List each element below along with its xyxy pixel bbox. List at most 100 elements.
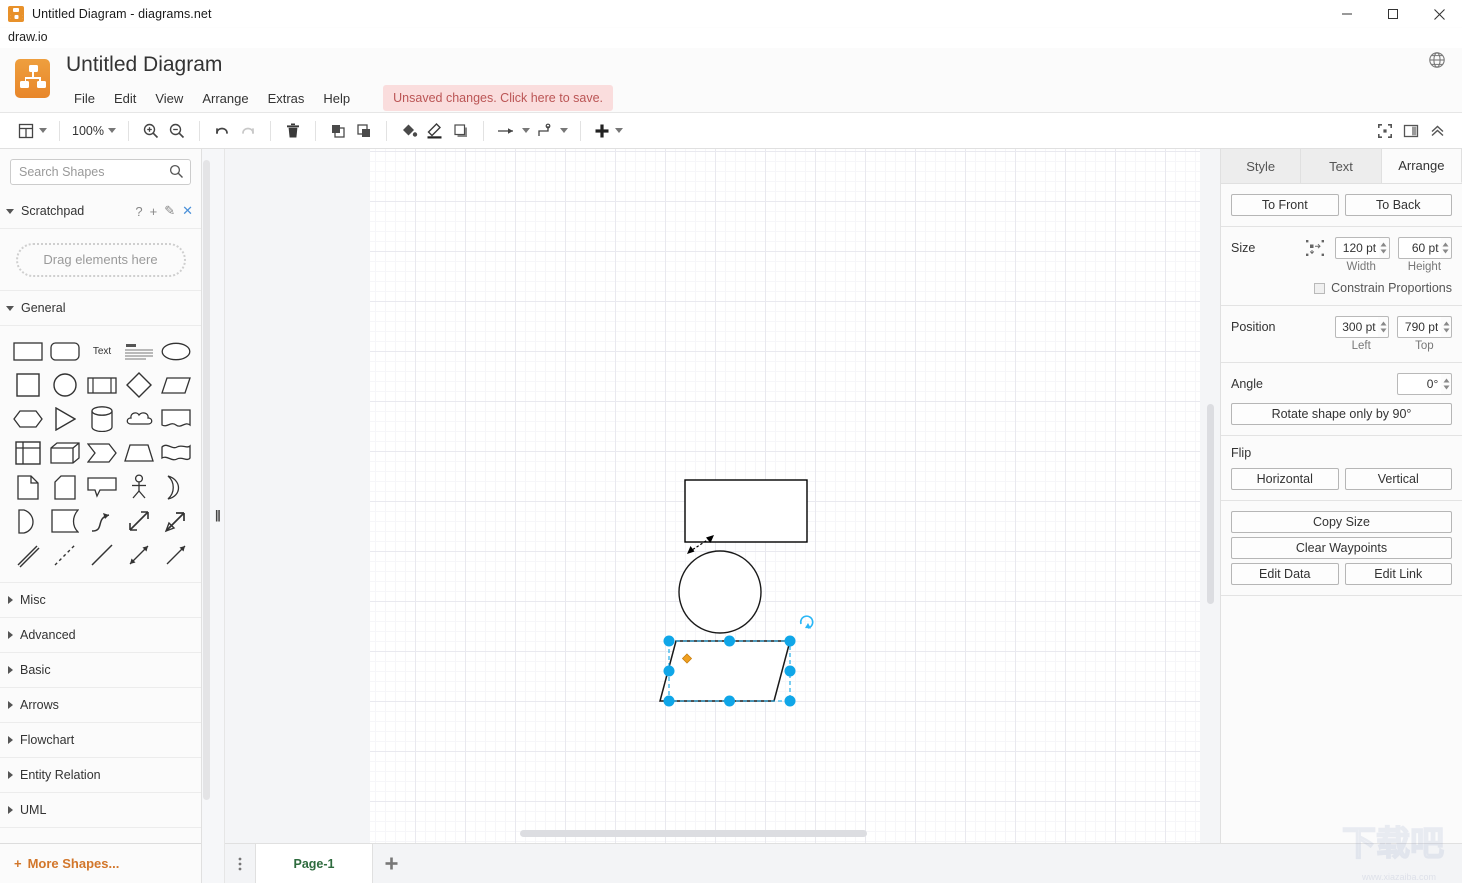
trash-icon[interactable]: [280, 117, 306, 145]
globe-icon[interactable]: [1428, 51, 1446, 69]
scratchpad-dropzone[interactable]: Drag elements here: [0, 229, 201, 291]
canvas-horizontal-scrollbar[interactable]: [520, 830, 867, 837]
page-tab-page-1[interactable]: Page-1: [255, 844, 373, 883]
shape-bidirectional-connector[interactable]: [121, 538, 157, 572]
redo-icon[interactable]: [235, 117, 261, 145]
width-spin-buttons[interactable]: [1378, 237, 1390, 259]
shape-textbox[interactable]: [121, 334, 157, 368]
width-stepper[interactable]: [1335, 237, 1390, 259]
shape-step[interactable]: [84, 436, 120, 470]
menu-help[interactable]: Help: [315, 87, 358, 110]
shape-or[interactable]: [158, 470, 194, 504]
rotate-handle-icon[interactable]: [799, 615, 814, 629]
sidebar-item-arrows[interactable]: Arrows: [0, 688, 201, 723]
shape-and[interactable]: [10, 504, 46, 538]
search-input[interactable]: [11, 160, 190, 184]
scratchpad-edit-icon[interactable]: ✎: [164, 203, 175, 219]
sidebar-item-basic[interactable]: Basic: [0, 653, 201, 688]
constrain-proportions-checkbox[interactable]: [1314, 282, 1326, 294]
menu-edit[interactable]: Edit: [106, 87, 144, 110]
add-page-button[interactable]: [373, 844, 409, 883]
shape-cloud[interactable]: [121, 402, 157, 436]
left-input[interactable]: [1334, 316, 1381, 338]
scratchpad-close-icon[interactable]: ✕: [182, 203, 193, 219]
left-spin-buttons[interactable]: [1378, 316, 1390, 338]
menu-arrange[interactable]: Arrange: [194, 87, 256, 110]
tab-text[interactable]: Text: [1301, 149, 1382, 183]
shape-text[interactable]: Text: [84, 334, 120, 368]
search-shapes-box[interactable]: [10, 159, 191, 185]
format-panel-icon[interactable]: [1398, 117, 1424, 145]
to-front-button[interactable]: To Front: [1231, 194, 1339, 216]
view-dropdown-button[interactable]: [14, 117, 50, 145]
scratchpad-help-icon[interactable]: ?: [135, 204, 142, 219]
fullscreen-icon[interactable]: [1372, 117, 1398, 145]
angle-input[interactable]: [1397, 373, 1444, 395]
scratchpad-add-icon[interactable]: +: [150, 204, 158, 219]
shape-cylinder[interactable]: [84, 402, 120, 436]
waypoints-icon[interactable]: [533, 117, 571, 145]
shape-cube[interactable]: [47, 436, 83, 470]
sidebar-item-misc[interactable]: Misc: [0, 583, 201, 618]
close-button[interactable]: [1416, 0, 1462, 28]
tab-arrange[interactable]: Arrange: [1381, 149, 1462, 183]
connection-arrow-icon[interactable]: [493, 117, 533, 145]
height-input[interactable]: [1397, 237, 1444, 259]
shape-dashed-line[interactable]: [47, 538, 83, 572]
clear-waypoints-button[interactable]: Clear Waypoints: [1231, 537, 1452, 559]
shape-arrow[interactable]: [158, 504, 194, 538]
shape-diamond[interactable]: [121, 368, 157, 402]
shape-card[interactable]: [47, 470, 83, 504]
page-menu-icon[interactable]: [225, 844, 255, 883]
more-shapes-button[interactable]: + More Shapes...: [0, 843, 201, 883]
shape-data-storage[interactable]: [47, 504, 83, 538]
sidebar-item-uml[interactable]: UML: [0, 793, 201, 828]
edit-link-button[interactable]: Edit Link: [1344, 563, 1452, 585]
shape-double-line[interactable]: [10, 538, 46, 572]
shape-rectangle[interactable]: [10, 334, 46, 368]
sidebar-scrollbar[interactable]: [203, 160, 210, 800]
sidebar-section-scratchpad[interactable]: Scratchpad ? + ✎ ✕: [0, 194, 201, 229]
shape-process[interactable]: [84, 368, 120, 402]
shape-document[interactable]: [158, 402, 194, 436]
width-input[interactable]: [1335, 237, 1382, 259]
menu-file[interactable]: File: [66, 87, 103, 110]
rectangle-shape[interactable]: [684, 479, 808, 543]
menu-extras[interactable]: Extras: [260, 87, 313, 110]
maximize-button[interactable]: [1370, 0, 1416, 28]
to-back-button[interactable]: To Back: [1344, 194, 1452, 216]
undo-icon[interactable]: [209, 117, 235, 145]
shape-hexagon[interactable]: [10, 402, 46, 436]
angle-spin-buttons[interactable]: [1441, 373, 1452, 395]
sidebar-item-flowchart[interactable]: Flowchart: [0, 723, 201, 758]
to-front-icon[interactable]: [325, 117, 351, 145]
shape-note[interactable]: [10, 470, 46, 504]
height-spin-buttons[interactable]: [1440, 237, 1452, 259]
shape-bidirectional-arrow[interactable]: [121, 504, 157, 538]
insert-plus-icon[interactable]: [590, 117, 626, 145]
parallelogram-shape[interactable]: [659, 640, 791, 702]
shape-internal-storage[interactable]: [10, 436, 46, 470]
left-stepper[interactable]: [1334, 316, 1390, 338]
circle-shape[interactable]: [678, 550, 762, 634]
auto-size-icon[interactable]: [1305, 239, 1325, 257]
flip-horizontal-button[interactable]: Horizontal: [1231, 468, 1339, 490]
top-input[interactable]: [1397, 316, 1444, 338]
shape-circle[interactable]: [47, 368, 83, 402]
copy-size-button[interactable]: Copy Size: [1231, 511, 1452, 533]
shape-tape[interactable]: [158, 436, 194, 470]
shape-ellipse[interactable]: [158, 334, 194, 368]
fill-color-icon[interactable]: [396, 117, 422, 145]
to-back-icon[interactable]: [351, 117, 377, 145]
collapse-chevrons-icon[interactable]: [1424, 117, 1450, 145]
line-color-icon[interactable]: [422, 117, 448, 145]
zoom-dropdown-button[interactable]: 100%: [69, 117, 119, 145]
zoom-in-icon[interactable]: [138, 117, 164, 145]
sidebar-section-general[interactable]: General: [0, 291, 201, 326]
flip-vertical-button[interactable]: Vertical: [1344, 468, 1452, 490]
shape-callout[interactable]: [84, 470, 120, 504]
angle-stepper[interactable]: [1397, 373, 1452, 395]
minimize-button[interactable]: [1324, 0, 1370, 28]
height-stepper[interactable]: [1397, 237, 1452, 259]
shape-curve[interactable]: [84, 504, 120, 538]
